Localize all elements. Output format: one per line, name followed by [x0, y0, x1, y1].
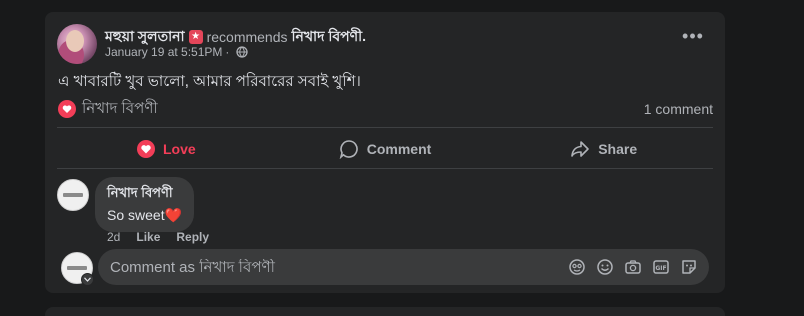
page-logo-icon — [63, 193, 83, 197]
comment-author[interactable]: নিখাদ বিপণী — [107, 184, 182, 205]
composer-tools: GIF — [567, 257, 699, 277]
comment-age[interactable]: 2d — [107, 230, 120, 244]
comment-bubble: নিখাদ বিপণী So sweet❤️ — [95, 177, 195, 232]
globe-icon — [236, 46, 249, 58]
chevron-down-icon[interactable] — [81, 273, 94, 286]
sticker-icon[interactable] — [679, 257, 699, 277]
post-card: মহুয়া সুলতানা ★ recommends নিখাদ বিপণী.… — [45, 12, 725, 293]
avatar-sticker-icon[interactable] — [567, 257, 587, 277]
share-button[interactable]: Share — [494, 129, 713, 169]
action-bar: Love Comment Share — [57, 129, 713, 169]
comment-text-content: So sweet — [107, 207, 165, 223]
love-button[interactable]: Love — [57, 129, 276, 169]
love-label: Love — [162, 141, 196, 157]
reactor-name[interactable]: নিখাদ বিপণী — [82, 97, 158, 122]
star-badge-icon: ★ — [188, 30, 203, 44]
divider-top — [57, 127, 713, 128]
share-icon — [571, 141, 590, 157]
comment-icon — [339, 140, 358, 159]
love-reaction-icon — [58, 100, 76, 118]
comment-text: So sweet❤️ — [107, 207, 182, 224]
comment-label: Comment — [366, 141, 432, 157]
comment-like-link[interactable]: Like — [136, 230, 160, 244]
comment-count[interactable]: 1 comment — [644, 101, 713, 117]
post-timestamp[interactable]: January 19 at 5:51PM — [105, 45, 222, 59]
svg-text:GIF: GIF — [655, 265, 666, 272]
commenter-avatar[interactable] — [57, 179, 89, 211]
next-post-card — [45, 307, 725, 316]
recommended-page-name[interactable]: নিখাদ বিপণী. — [292, 25, 367, 49]
gif-icon[interactable]: GIF — [651, 257, 671, 277]
page-logo-icon — [67, 266, 87, 270]
recommends-label: recommends — [206, 29, 288, 45]
reactors[interactable]: নিখাদ বিপণী — [58, 97, 158, 122]
more-options-icon[interactable]: ••• — [681, 27, 705, 54]
emoji-icon[interactable] — [595, 257, 615, 277]
meta-separator: · — [225, 45, 230, 59]
camera-icon[interactable] — [623, 257, 643, 277]
comment-composer: GIF — [98, 249, 709, 285]
comment-actions: 2d Like Reply — [107, 230, 209, 244]
comment-button[interactable]: Comment — [276, 129, 495, 169]
love-icon — [136, 140, 155, 158]
post-meta: January 19 at 5:51PM · — [105, 45, 249, 59]
divider-bottom — [57, 168, 713, 169]
author-avatar[interactable] — [57, 24, 97, 64]
post-text: এ খাবারটি খুব ভালো, আমার পরিবারের সবাই খ… — [58, 73, 361, 90]
comment-input[interactable] — [110, 258, 550, 276]
comment-reply-link[interactable]: Reply — [176, 230, 209, 244]
heart-emoji-icon: ❤️ — [164, 207, 183, 223]
share-label: Share — [598, 141, 638, 157]
reaction-summary: নিখাদ বিপণী 1 comment — [58, 99, 713, 119]
